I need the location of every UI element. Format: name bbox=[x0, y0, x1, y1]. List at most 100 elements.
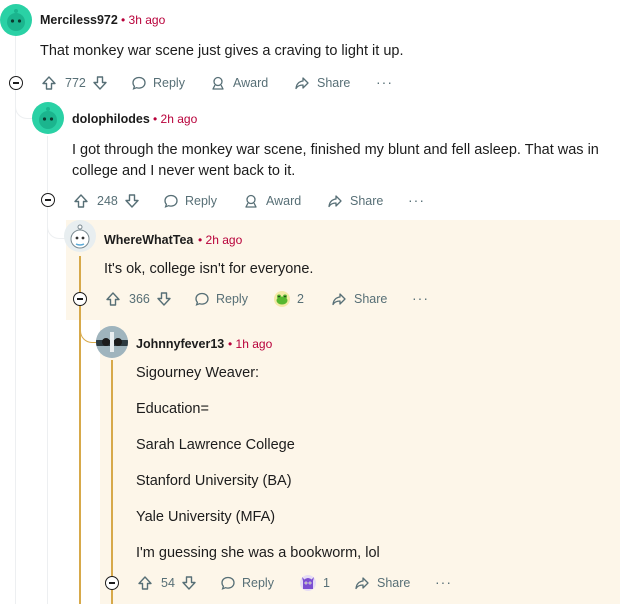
share-label: Share bbox=[317, 76, 351, 90]
award-label: Award bbox=[266, 194, 302, 208]
vote-group: 366 bbox=[105, 290, 172, 308]
reply-button[interactable]: Reply bbox=[131, 74, 185, 92]
downvote-icon[interactable] bbox=[124, 193, 140, 209]
award-button[interactable]: 1 bbox=[298, 573, 330, 593]
avatar[interactable] bbox=[32, 102, 64, 134]
upvote-icon[interactable] bbox=[41, 75, 57, 91]
share-icon bbox=[327, 193, 343, 209]
reply-label: Reply bbox=[153, 76, 185, 90]
comment-line: It's ok, college isn't for everyone. bbox=[104, 261, 314, 277]
share-button[interactable]: Share bbox=[327, 192, 383, 210]
vote-group: 248 bbox=[73, 192, 140, 210]
downvote-icon[interactable] bbox=[92, 75, 108, 91]
award-icon bbox=[210, 75, 226, 91]
comment-line: Sigourney Weaver: bbox=[136, 365, 260, 381]
more-options-button[interactable]: ··· bbox=[376, 74, 393, 90]
comment-line: I'm guessing she was a bookworm, lol bbox=[136, 545, 380, 561]
time-text: 3h ago bbox=[128, 13, 166, 27]
comment-line: college and I never went back to it. bbox=[72, 163, 296, 179]
share-label: Share bbox=[377, 576, 411, 590]
comment-body: That monkey war scene just gives a cravi… bbox=[40, 41, 403, 62]
username[interactable]: WhereWhatTea bbox=[104, 233, 193, 247]
vote-group: 54 bbox=[137, 574, 197, 592]
reply-icon bbox=[163, 193, 179, 209]
upvote-icon[interactable] bbox=[73, 193, 89, 209]
upvote-icon[interactable] bbox=[137, 575, 153, 591]
more-options-button[interactable]: ··· bbox=[412, 290, 429, 306]
award-count: 1 bbox=[323, 576, 330, 590]
share-icon bbox=[354, 575, 370, 591]
reply-label: Reply bbox=[185, 194, 217, 208]
avatar[interactable] bbox=[64, 220, 96, 252]
avatar[interactable] bbox=[0, 4, 32, 36]
comment-line: Yale University (MFA) bbox=[136, 509, 276, 525]
award-frog-icon bbox=[272, 289, 292, 309]
username[interactable]: Merciless972 bbox=[40, 13, 118, 27]
comment-body: Sigourney Weaver: Education= Sarah Lawre… bbox=[136, 363, 380, 564]
collapse-icon[interactable] bbox=[9, 76, 23, 90]
reply-button[interactable]: Reply bbox=[194, 290, 248, 308]
reply-label: Reply bbox=[216, 292, 248, 306]
timestamp: • 2h ago bbox=[153, 112, 197, 126]
more-options-button[interactable]: ··· bbox=[408, 192, 425, 208]
snoo-avatar-icon bbox=[7, 9, 25, 31]
comment-line: I got through the monkey war scene, fini… bbox=[72, 142, 599, 158]
separator: • bbox=[153, 112, 158, 126]
avatar[interactable] bbox=[96, 326, 128, 358]
separator: • bbox=[198, 233, 203, 247]
reply-icon bbox=[220, 575, 236, 591]
reply-button[interactable]: Reply bbox=[163, 192, 217, 210]
award-icon bbox=[243, 193, 259, 209]
award-button[interactable]: Award bbox=[243, 192, 301, 210]
upvote-icon[interactable] bbox=[105, 291, 121, 307]
reply-button[interactable]: Reply bbox=[220, 574, 274, 592]
vote-group: 772 bbox=[41, 74, 108, 92]
collapse-icon[interactable] bbox=[41, 193, 55, 207]
share-button[interactable]: Share bbox=[294, 74, 350, 92]
collapse-icon[interactable] bbox=[73, 292, 87, 306]
time-text: 1h ago bbox=[235, 337, 273, 351]
vote-count: 248 bbox=[97, 194, 118, 208]
downvote-icon[interactable] bbox=[156, 291, 172, 307]
timestamp: • 3h ago bbox=[121, 13, 165, 27]
award-creature-icon bbox=[298, 573, 318, 593]
timestamp: • 1h ago bbox=[228, 337, 272, 351]
username[interactable]: dolophilodes bbox=[72, 112, 150, 126]
username[interactable]: Johnnyfever13 bbox=[136, 337, 224, 351]
comment-line: That monkey war scene just gives a cravi… bbox=[40, 43, 404, 59]
comment-line: Sarah Lawrence College bbox=[136, 437, 295, 453]
snoo-avatar-icon bbox=[70, 224, 90, 249]
share-button[interactable]: Share bbox=[331, 290, 387, 308]
award-count: 2 bbox=[297, 292, 304, 306]
vote-count: 54 bbox=[161, 576, 175, 590]
highlight-line-3 bbox=[79, 256, 81, 604]
share-icon bbox=[294, 75, 310, 91]
reply-label: Reply bbox=[242, 576, 274, 590]
award-button[interactable]: Award bbox=[210, 74, 268, 92]
collapse-icon[interactable] bbox=[105, 576, 119, 590]
share-label: Share bbox=[350, 194, 384, 208]
share-icon bbox=[331, 291, 347, 307]
timestamp: • 2h ago bbox=[198, 233, 242, 247]
reply-icon bbox=[194, 291, 210, 307]
time-text: 2h ago bbox=[205, 233, 243, 247]
share-button[interactable]: Share bbox=[354, 574, 410, 592]
more-options-button[interactable]: ··· bbox=[435, 574, 452, 590]
separator: • bbox=[228, 337, 233, 351]
time-text: 2h ago bbox=[160, 112, 198, 126]
vote-count: 772 bbox=[65, 76, 86, 90]
thread-line-1 bbox=[15, 36, 16, 604]
comment-line: Stanford University (BA) bbox=[136, 473, 292, 489]
award-button[interactable]: 2 bbox=[272, 289, 304, 309]
downvote-icon[interactable] bbox=[181, 575, 197, 591]
vote-count: 366 bbox=[129, 292, 150, 306]
comment-body: I got through the monkey war scene, fini… bbox=[72, 140, 599, 182]
award-label: Award bbox=[233, 76, 269, 90]
separator: • bbox=[121, 13, 126, 27]
snoo-avatar-icon bbox=[39, 107, 57, 129]
user-photo-icon bbox=[96, 326, 128, 358]
thread-connector-4 bbox=[80, 312, 97, 343]
highlight-line-4 bbox=[111, 360, 113, 604]
reply-icon bbox=[131, 75, 147, 91]
comment-line: Education= bbox=[136, 401, 209, 417]
